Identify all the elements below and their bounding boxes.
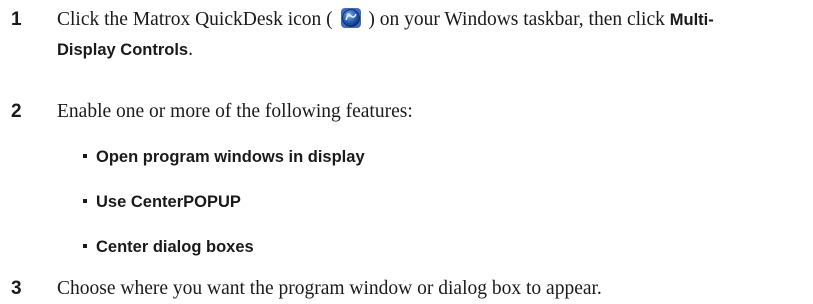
feature-label: Center dialog boxes (96, 238, 254, 256)
feature-item: Open program windows in display (83, 145, 365, 169)
step-text: Choose where you want the program window… (57, 278, 602, 299)
multi-display-controls-link-part2: Display Controls (57, 41, 189, 59)
bullet-icon (83, 154, 87, 158)
step-number: 1 (11, 9, 22, 30)
step-number: 3 (11, 278, 22, 299)
feature-item: Use CenterPOPUP (83, 190, 241, 214)
step-1-end: . (188, 39, 193, 60)
multi-display-controls-link-part1: Multi- (669, 11, 714, 29)
step-text: Click the Matrox QuickDesk icon ( ) on y… (57, 5, 797, 65)
step-text: Enable one or more of the following feat… (57, 101, 413, 122)
matrox-quickdesk-icon (340, 7, 362, 29)
feature-item: Center dialog boxes (83, 235, 254, 259)
bullet-icon (83, 244, 87, 248)
step-1-text-after: ) on your Windows taskbar, then click (368, 9, 665, 30)
feature-label: Open program windows in display (96, 148, 365, 166)
step-number: 2 (11, 101, 22, 122)
step-1-text-before: Click the Matrox QuickDesk icon ( (57, 9, 333, 30)
bullet-icon (83, 199, 87, 203)
feature-label: Use CenterPOPUP (96, 193, 241, 211)
